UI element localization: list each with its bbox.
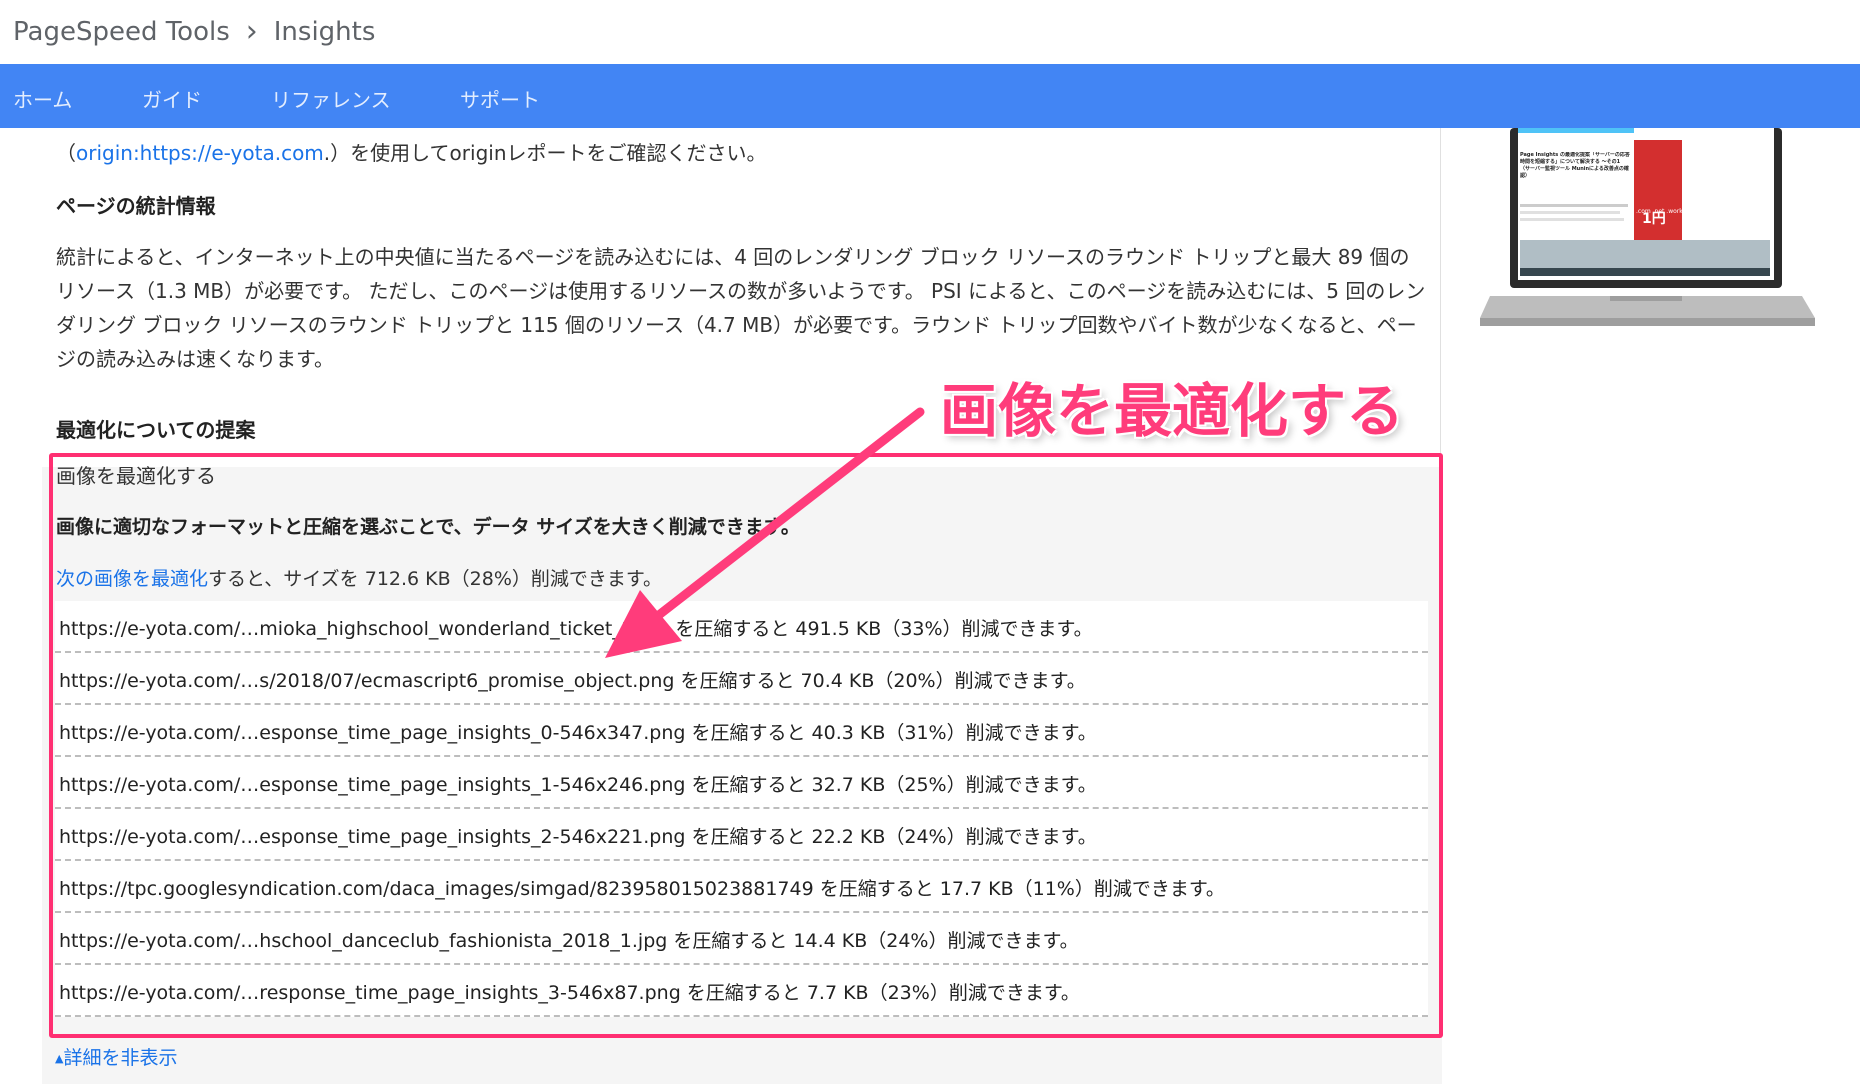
preview-ad-domains: .com .net .work: [1636, 208, 1683, 215]
breadcrumb-pagespeed-tools[interactable]: PageSpeed Tools: [13, 17, 230, 47]
nav-item-support[interactable]: サポート: [460, 84, 540, 113]
breadcrumb: PageSpeed Tools › Insights: [0, 0, 1860, 64]
chevron-right-icon: ›: [245, 14, 258, 49]
preview-taskbar: [1520, 268, 1770, 276]
stats-body: 統計によると、インターネット上の中央値に当たるページを読み込むには、4 回のレン…: [56, 245, 1426, 371]
stats-heading: ページの統計情報: [56, 194, 216, 218]
preview-header-stripe: [1518, 128, 1634, 133]
origin-suffix: .）を使用してoriginレポートをご確認ください。: [323, 141, 767, 165]
laptop-hinge: [1610, 296, 1682, 301]
origin-report-line: （origin:https://e-yota.com.）を使用してoriginレ…: [56, 137, 767, 166]
hide-details-label: 詳細を非表示: [63, 1047, 178, 1069]
preview-line: [1520, 218, 1624, 221]
nav-bar: ホーム ガイド リファレンス サポート: [0, 64, 1860, 128]
nav-item-reference[interactable]: リファレンス: [271, 84, 391, 113]
preview-line: [1520, 211, 1620, 214]
preview-image-block: [1520, 240, 1770, 270]
nav-item-guide[interactable]: ガイド: [142, 84, 202, 113]
preview-headline: Page Insights の最適化提案「サーバーの応答時間を短縮する」について…: [1520, 152, 1630, 179]
origin-link[interactable]: origin:https://e-yota.com: [76, 141, 324, 165]
nav-item-home[interactable]: ホーム: [13, 84, 72, 113]
optimization-heading: 最適化についての提案: [56, 418, 256, 442]
page-preview-laptop: 1円 .com .net .work Page Insights の最適化提案「…: [1480, 128, 1815, 326]
hide-details-link[interactable]: ▲詳細を非表示: [55, 1043, 177, 1070]
highlight-box: [49, 453, 1443, 1038]
preview-line: [1520, 204, 1628, 207]
breadcrumb-insights[interactable]: Insights: [274, 17, 376, 47]
laptop-edge: [1480, 318, 1815, 326]
origin-prefix: （: [56, 141, 76, 165]
annotation-callout: 画像を最適化する: [940, 377, 1405, 445]
